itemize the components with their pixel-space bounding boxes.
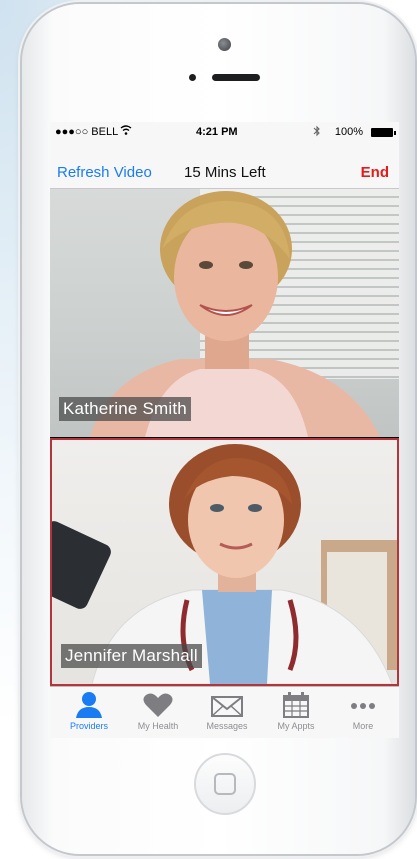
self-video-feed[interactable]: Jennifer Marshall (50, 438, 399, 686)
wifi-icon (120, 124, 132, 139)
refresh-video-button[interactable]: Refresh Video (57, 164, 152, 181)
tab-label: My Appts (277, 721, 315, 731)
tab-more[interactable]: More (328, 687, 398, 738)
phone-screen: ●●●○○ BELL 4:21 PM 100% Refresh Video 15… (50, 122, 399, 738)
status-time: 4:21 PM (196, 126, 238, 138)
person-icon (54, 691, 124, 719)
tab-my-health[interactable]: My Health (123, 687, 193, 738)
tab-label: Providers (69, 721, 108, 731)
tab-bar: Providers My Health Messages My Appts Mo… (50, 686, 399, 738)
envelope-icon (192, 691, 262, 719)
home-button[interactable] (194, 753, 256, 815)
end-call-button[interactable]: End (361, 164, 389, 181)
battery-icon (371, 128, 396, 137)
proximity-sensor (189, 74, 196, 81)
status-bar: ●●●○○ BELL 4:21 PM 100% (50, 122, 399, 142)
time-remaining-title: 15 Mins Left (184, 164, 266, 181)
tab-label: More (352, 721, 374, 731)
tab-label: Messages (206, 721, 248, 731)
tab-providers[interactable]: Providers (54, 687, 124, 738)
remote-video-feed[interactable]: Katherine Smith (50, 189, 399, 437)
front-camera (218, 38, 231, 51)
carrier-signal: ●●●○○ BELL (55, 126, 119, 138)
home-button-square-icon (214, 773, 236, 795)
battery-percent: 100% (334, 126, 363, 138)
bluetooth-icon (313, 125, 321, 140)
calendar-icon (261, 691, 331, 719)
tab-messages[interactable]: Messages (192, 687, 262, 738)
more-icon (328, 691, 398, 719)
heart-icon (123, 691, 193, 719)
tab-my-appts[interactable]: My Appts (261, 687, 331, 738)
participant-name-label: Katherine Smith (59, 397, 191, 421)
nav-bar: Refresh Video 15 Mins Left End (50, 142, 399, 189)
tab-label: My Health (137, 721, 179, 731)
earpiece-speaker (212, 74, 260, 81)
self-name-label: Jennifer Marshall (61, 644, 202, 668)
